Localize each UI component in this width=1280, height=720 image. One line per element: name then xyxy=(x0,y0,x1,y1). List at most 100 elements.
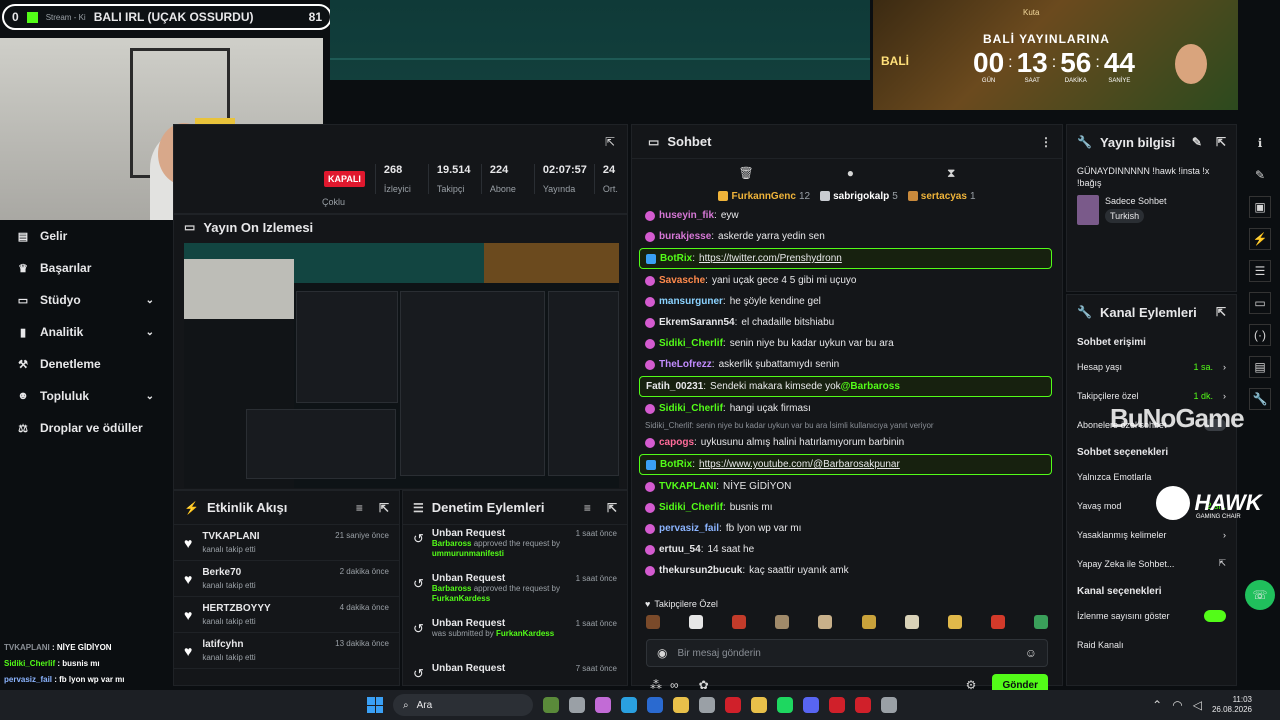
volume-icon[interactable]: ◁ xyxy=(1193,698,1202,712)
chat-username[interactable]: Sidiki_Cherlif xyxy=(659,398,723,419)
popout-icon[interactable]: ⇱ xyxy=(379,501,389,515)
chat-username[interactable]: mansurguner xyxy=(659,291,723,312)
widgets-icon[interactable] xyxy=(543,697,559,713)
edge-icon[interactable] xyxy=(621,697,637,713)
windows-start-icon[interactable] xyxy=(367,697,383,713)
obs-icon[interactable] xyxy=(829,697,845,713)
broadcast-icon[interactable]: (·) xyxy=(1249,324,1271,346)
pen-icon[interactable]: ✎ xyxy=(1249,164,1271,186)
chat-username[interactable]: thekursun2bucuk xyxy=(659,560,742,581)
chat-icon[interactable]: ▭ xyxy=(1249,292,1271,314)
chat-mention[interactable]: @Barbaross xyxy=(841,377,900,396)
chat-message[interactable]: Sidiki_Cherlif: hangi uçak firması xyxy=(632,398,1062,419)
chat-message[interactable]: Sidiki_Cherlif: busnis mı xyxy=(632,497,1062,518)
emoji-icon[interactable]: ☺ xyxy=(1025,646,1037,660)
edit-pencil-icon[interactable]: ✎ xyxy=(1192,135,1202,149)
list-icon[interactable]: ☰ xyxy=(1249,260,1271,282)
clock-date[interactable]: 26.08.2026 xyxy=(1212,705,1252,715)
chat-message[interactable]: huseyin_fik: eyw xyxy=(632,205,1062,226)
chat-username[interactable]: burakjesse xyxy=(659,226,711,247)
chat-username[interactable]: TVKAPLANI xyxy=(659,476,716,497)
category-name[interactable]: Sadece Sohbet xyxy=(1105,196,1167,206)
chat-username[interactable]: ertuu_54 xyxy=(659,539,701,560)
video-icon[interactable]: ▣ xyxy=(1249,196,1271,218)
emote-icon[interactable] xyxy=(904,615,919,629)
chat-username[interactable]: huseyin_fik xyxy=(659,205,714,226)
emote-icon[interactable] xyxy=(818,615,833,629)
chat-username[interactable]: BotRix xyxy=(660,249,692,268)
popout-icon[interactable]: ⇱ xyxy=(1216,305,1226,319)
chat-message[interactable]: pervasiz_fail: fb lyon wp var mı xyxy=(632,518,1062,539)
chat-message[interactable]: thekursun2bucuk: kaç saattir uyanık amk xyxy=(632,560,1062,581)
modlog-item[interactable]: ↺ Unban Request 1 saat önce was submitted b… xyxy=(403,615,627,660)
emote-icon[interactable] xyxy=(689,615,704,629)
chat-username[interactable]: BotRix xyxy=(660,455,692,474)
sidebar-item-gelir[interactable]: ▤ Gelir xyxy=(0,220,170,252)
chat-username[interactable]: Sidiki_Cherlif xyxy=(659,497,723,518)
emote-icon[interactable] xyxy=(775,615,790,629)
file-explorer-icon[interactable] xyxy=(673,697,689,713)
recorder-icon[interactable] xyxy=(881,697,897,713)
channel-setting-row[interactable]: Raid Kanalı xyxy=(1067,630,1236,659)
channel-setting-row[interactable]: Yapay Zeka ile Sohbet... ⇱ xyxy=(1067,549,1236,578)
popout-icon[interactable]: ⇱ xyxy=(605,135,615,149)
channel-setting-row[interactable]: Hesap yaşı 1 sa. › xyxy=(1067,352,1236,381)
monitor-icon[interactable]: ▤ xyxy=(1249,356,1271,378)
sidebar-item-st-dyo[interactable]: ▭ Stüdyo ⌄ xyxy=(0,284,170,316)
chat-text[interactable]: https://twitter.com/Prenshydronn xyxy=(699,249,842,268)
wrench-icon[interactable]: 🔧 xyxy=(1249,388,1271,410)
emote-icon[interactable] xyxy=(732,615,747,629)
chrome-icon[interactable] xyxy=(751,697,767,713)
toggle-switch[interactable] xyxy=(1204,609,1226,622)
activity-item[interactable]: ♥ Berke70 kanalı takip etti 2 dakika önce xyxy=(174,561,399,597)
chat-bubble-icon[interactable]: ● xyxy=(847,166,854,180)
headset-icon[interactable]: ☏ xyxy=(1245,580,1275,610)
clock-time[interactable]: 11:03 xyxy=(1212,695,1252,705)
chat-message[interactable]: capogs: uykusunu almış halini hatırlamıyo… xyxy=(632,432,1062,453)
preview-video[interactable] xyxy=(184,243,619,488)
chat-message[interactable]: TheLofrezz: askerlik şubattamıydı senin xyxy=(632,354,1062,375)
chat-message[interactable]: burakjesse: askerde yarra yedin sen xyxy=(632,226,1062,247)
chat-message[interactable]: BotRix: https://twitter.com/Prenshydronn xyxy=(639,248,1052,269)
popout-icon[interactable]: ⇱ xyxy=(607,501,617,515)
chat-message[interactable]: Sidiki_Cherlif: senin niye bu kadar uykun… xyxy=(632,333,1062,354)
popout-icon[interactable]: ⇱ xyxy=(1216,135,1226,149)
top-gifter[interactable]: sertacyas 1 xyxy=(907,191,976,202)
sidebar-item-topluluk[interactable]: ☻ Topluluk ⌄ xyxy=(0,380,170,412)
chat-username[interactable]: EkremSarann54 xyxy=(659,312,735,333)
activity-item[interactable]: ♥ HERTZBOYYY kanalı takip etti 4 dakika önc… xyxy=(174,597,399,633)
emote-icon[interactable] xyxy=(646,615,660,629)
more-options-icon[interactable]: ⋮ xyxy=(1040,135,1052,149)
chat-message[interactable]: EkremSarann54: el chadaille bitshiabu xyxy=(632,312,1062,333)
filter-icon[interactable]: ≡ xyxy=(584,501,591,515)
channel-setting-row[interactable]: Yasaklanmış kelimeler › xyxy=(1067,520,1236,549)
chat-message[interactable]: mansurguner: he şöyle kendine gel xyxy=(632,291,1062,312)
chat-text[interactable]: https://www.youtube.com/@Barbarosakpunar xyxy=(699,455,900,474)
activity-item[interactable]: ♥ TVKAPLANI kanalı takip etti 21 saniye önc… xyxy=(174,525,399,561)
sidebar-item-ba-ar-lar[interactable]: ♛ Başarılar xyxy=(0,252,170,284)
chat-username[interactable]: capogs xyxy=(659,432,694,453)
sidebar-item-denetleme[interactable]: ⚒ Denetleme xyxy=(0,348,170,380)
channel-setting-row[interactable]: İzlenme sayısını göster xyxy=(1067,601,1236,630)
chat-message[interactable]: TVKAPLANI: NİYE GİDİYON xyxy=(632,476,1062,497)
discord-icon[interactable] xyxy=(803,697,819,713)
top-gifter[interactable]: sabrigokalp 5 xyxy=(820,191,898,202)
info-icon[interactable]: ℹ xyxy=(1249,132,1271,154)
emote-icon[interactable] xyxy=(1033,615,1048,629)
activity-item[interactable]: ♥ latifcyhn kanalı takip etti 13 dakika önc… xyxy=(174,633,399,669)
chat-message[interactable]: Savasche: yani uçak gece 4 5 gibi mi uçuy… xyxy=(632,270,1062,291)
emote-icon[interactable] xyxy=(861,615,876,629)
hourglass-icon[interactable]: ⧗ xyxy=(947,166,955,181)
xbox-icon[interactable] xyxy=(699,697,715,713)
chat-message[interactable]: BotRix: https://www.youtube.com/@Barbaros… xyxy=(639,454,1052,475)
filter-icon[interactable]: ≡ xyxy=(356,501,363,515)
emote-icon[interactable] xyxy=(990,615,1005,629)
modlog-item[interactable]: ↺ Unban Request 1 saat önce Barbaross appro… xyxy=(403,570,627,615)
emote-icon[interactable] xyxy=(947,615,962,629)
chevron-up-icon[interactable]: ⌃ xyxy=(1152,698,1162,712)
chat-username[interactable]: Sidiki_Cherlif xyxy=(659,333,723,354)
chat-message[interactable]: ertuu_54:14 saat he xyxy=(632,539,1062,560)
zap-icon[interactable] xyxy=(855,697,871,713)
opera-icon[interactable] xyxy=(725,697,741,713)
copilot-icon[interactable] xyxy=(595,697,611,713)
